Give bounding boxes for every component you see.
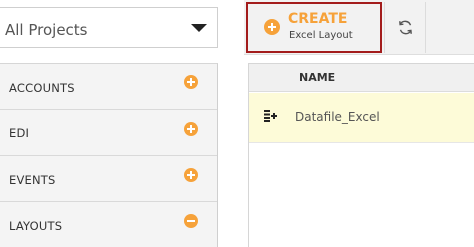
sidebar-item-label: LAYOUTS xyxy=(9,219,63,233)
row-name: Datafile_Excel xyxy=(295,110,380,124)
table-header: NAME xyxy=(249,64,474,92)
create-button-label: CREATE xyxy=(288,11,348,27)
sidebar-item-events[interactable]: EVENTS xyxy=(0,156,217,202)
sidebar-item-accounts[interactable]: ACCOUNTS xyxy=(0,64,217,110)
project-select-value: All Projects xyxy=(5,21,88,39)
column-header-name[interactable]: NAME xyxy=(299,71,335,84)
layouts-table: NAME Datafile_Excel xyxy=(248,63,474,247)
chevron-down-icon[interactable] xyxy=(191,24,207,32)
refresh-button[interactable] xyxy=(384,2,426,53)
excel-file-icon xyxy=(264,110,277,122)
plus-circle-icon xyxy=(264,19,280,35)
create-excel-layout-button[interactable]: CREATE Excel Layout xyxy=(246,2,382,53)
sidebar-item-label: EVENTS xyxy=(9,173,56,187)
project-select[interactable]: All Projects xyxy=(0,7,218,48)
sidebar-item-label: EDI xyxy=(9,126,30,140)
sidebar-category-list: ACCOUNTS EDI EVENTS LAYOUTS xyxy=(0,63,218,247)
plus-circle-icon[interactable] xyxy=(184,75,198,89)
sidebar-item-edi[interactable]: EDI xyxy=(0,110,217,156)
plus-circle-icon[interactable] xyxy=(184,122,198,136)
refresh-icon xyxy=(399,20,412,35)
sidebar-item-label: ACCOUNTS xyxy=(9,81,75,95)
table-row[interactable]: Datafile_Excel xyxy=(249,93,474,143)
create-button-sublabel: Excel Layout xyxy=(289,30,353,41)
sidebar-item-layouts[interactable]: LAYOUTS xyxy=(0,202,217,247)
plus-circle-icon[interactable] xyxy=(184,168,198,182)
minus-circle-icon[interactable] xyxy=(184,214,198,228)
